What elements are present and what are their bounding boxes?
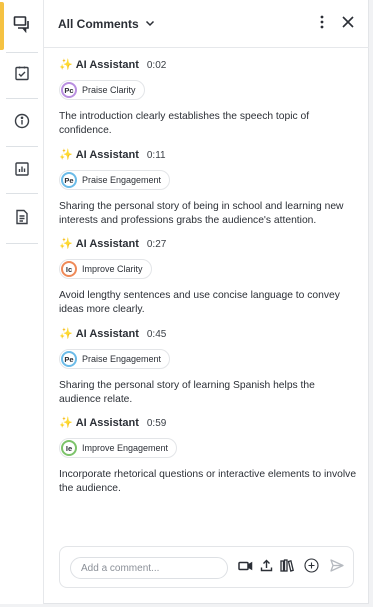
rail-divider [6,98,38,99]
sparkle-icon: ✨ [59,327,73,340]
upload-icon [260,559,273,577]
comment-text: Avoid lengthy sentences and use concise … [59,290,340,315]
comment-item[interactable]: ✨ AI Assistant 0:11 Pe Praise Engagement… [59,148,359,228]
comments-filter-dropdown[interactable]: All Comments [58,15,155,33]
comment-tag: Pe Praise Engagement [59,170,171,190]
panel-header: All Comments [44,0,369,48]
library-button[interactable] [278,559,296,577]
comments-icon [13,15,31,38]
comment-text: Sharing the personal story of being in s… [59,201,344,226]
chevron-down-icon [145,15,155,33]
comment-author: AI Assistant [75,328,139,340]
close-icon [342,15,354,33]
tag-badge: Ie [61,440,77,456]
library-icon [280,559,294,577]
comment-composer [59,546,354,588]
sparkle-icon: ✨ [59,58,73,71]
comment-timestamp[interactable]: 0:11 [147,150,166,161]
chart-icon [14,161,30,182]
comment-author: AI Assistant [75,149,139,161]
sparkle-icon: ✨ [59,237,73,250]
comment-item[interactable]: ✨ AI Assistant 0:27 Ic Improve Clarity A… [59,237,359,317]
video-camera-icon [237,559,253,577]
comment-author: AI Assistant [75,238,139,250]
sparkle-icon: ✨ [59,416,73,429]
tag-badge: Ic [61,261,77,277]
rail-tab-analytics[interactable] [0,149,44,193]
close-button[interactable] [337,13,359,35]
rail-tab-comments[interactable] [0,0,44,52]
tag-label: Praise Engagement [82,354,162,364]
comment-author: AI Assistant [75,417,139,429]
tag-label: Praise Clarity [82,85,136,95]
add-button[interactable] [302,558,320,578]
rail-tab-info[interactable] [0,101,44,145]
comment-text: Sharing the personal story of learning S… [59,380,315,405]
comment-tag: Pe Praise Engagement [59,349,171,369]
record-video-button[interactable] [236,559,254,577]
tag-label: Praise Engagement [82,175,162,185]
comment-author: AI Assistant [75,59,139,71]
tag-badge: Pe [61,172,77,188]
filter-label: All Comments [58,17,139,31]
rail-divider [6,146,38,147]
side-rail [0,0,44,604]
info-icon [14,113,30,134]
comment-tag: Pc Praise Clarity [59,80,145,100]
comment-tag: Ie Improve Engagement [59,438,178,458]
send-icon [330,559,344,577]
rail-tab-transcript[interactable] [0,197,44,241]
send-button[interactable] [328,559,346,577]
comment-text: The introduction clearly establishes the… [59,111,310,136]
sparkle-icon: ✨ [59,148,73,161]
comment-item[interactable]: ✨ AI Assistant 0:59 Ie Improve Engagemen… [59,416,359,496]
tag-label: Improve Clarity [82,264,143,274]
more-options-button[interactable] [312,13,332,35]
comment-timestamp[interactable]: 0:27 [147,239,166,250]
comment-timestamp[interactable]: 0:45 [147,329,166,340]
plus-circle-icon [303,558,319,578]
tag-badge: Pc [61,82,77,98]
rail-divider [6,243,38,244]
rail-tab-checklist[interactable] [0,53,44,97]
document-icon [14,209,30,230]
comment-text: Incorporate rhetorical questions or inte… [59,469,357,494]
comments-panel: All Comments ✨ AI Assistant 0:02 Pc Prai… [0,0,369,604]
comment-timestamp[interactable]: 0:59 [147,418,166,429]
comment-item[interactable]: ✨ AI Assistant 0:45 Pe Praise Engagement… [59,327,359,407]
comment-input[interactable] [70,557,228,579]
kebab-menu-icon [320,15,324,34]
tag-label: Improve Engagement [82,443,169,453]
rail-divider [6,193,38,194]
comment-tag: Ic Improve Clarity [59,259,152,279]
checklist-icon [14,65,30,86]
comment-timestamp[interactable]: 0:02 [147,60,166,71]
tag-badge: Pe [61,351,77,367]
comment-item[interactable]: ✨ AI Assistant 0:02 Pc Praise Clarity Th… [59,58,359,138]
upload-button[interactable] [257,559,275,577]
